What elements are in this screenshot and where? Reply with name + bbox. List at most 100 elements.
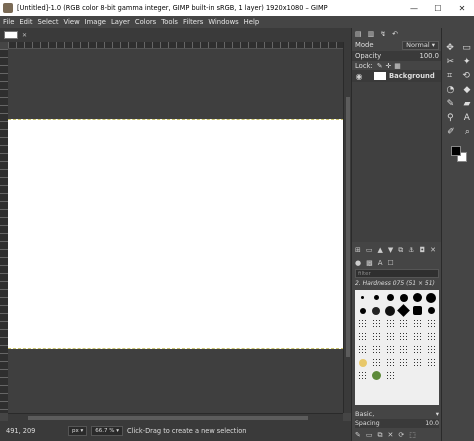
brush-item[interactable] [426, 292, 437, 303]
brush-item[interactable] [399, 358, 409, 367]
image-tab-thumbnail[interactable] [4, 31, 18, 39]
text-tool-icon[interactable]: A [464, 113, 470, 123]
zoom-selector[interactable]: 66.7 % ▾ [91, 426, 123, 436]
layers-list[interactable] [352, 82, 442, 242]
crop-tool-icon[interactable]: ⌗ [447, 71, 452, 81]
unit-selector[interactable]: px ▾ [68, 426, 88, 436]
move-tool-icon[interactable]: ✥ [446, 43, 454, 53]
menu-windows[interactable]: Windows [208, 18, 238, 26]
vertical-ruler[interactable] [0, 49, 8, 413]
brush-item[interactable] [399, 332, 409, 341]
brush-item[interactable] [399, 345, 409, 354]
layers-tab-icon[interactable]: ▤ [355, 30, 362, 38]
brush-item[interactable] [358, 319, 368, 328]
delete-layer-icon[interactable]: ✕ [430, 246, 436, 254]
brush-item[interactable] [371, 371, 381, 380]
brush-item[interactable] [371, 358, 381, 367]
patterns-tab-icon[interactable]: ▩ [366, 259, 373, 267]
paintbrush-tool-icon[interactable]: ✎ [447, 99, 455, 109]
brush-item[interactable] [427, 307, 435, 314]
vertical-scroll-thumb[interactable] [346, 97, 350, 357]
fg-bg-color-swatch[interactable] [451, 146, 467, 162]
close-button[interactable]: ✕ [450, 4, 474, 13]
refresh-brushes-icon[interactable]: ⟳ [398, 431, 404, 439]
menu-help[interactable]: Help [244, 18, 260, 26]
opacity-value[interactable]: 100.0 [420, 52, 439, 60]
menu-image[interactable]: Image [85, 18, 106, 26]
raise-layer-icon[interactable]: ▲ [378, 246, 383, 254]
brush-item[interactable] [372, 306, 381, 315]
brush-item[interactable] [371, 345, 381, 354]
brush-item[interactable] [397, 304, 411, 317]
zoom-tool-icon[interactable]: ⌕ [465, 127, 470, 137]
brush-preset-selector[interactable]: Basic, ▾ [355, 409, 439, 418]
brush-item[interactable] [399, 293, 408, 302]
brush-item[interactable] [412, 306, 422, 315]
paths-tab-icon[interactable]: ↯ [380, 30, 386, 38]
brush-item[interactable] [359, 307, 366, 314]
horizontal-ruler[interactable] [8, 42, 343, 49]
new-layer-group-icon[interactable]: ⊞ [355, 246, 361, 254]
close-image-tab-icon[interactable]: ✕ [22, 32, 27, 39]
edit-brush-icon[interactable]: ✎ [355, 431, 361, 439]
horizontal-scroll-thumb[interactable] [28, 416, 308, 420]
brush-item[interactable] [371, 332, 381, 341]
brush-item[interactable] [385, 305, 396, 316]
brush-item[interactable] [412, 319, 422, 328]
brushes-tab-icon[interactable]: ● [355, 259, 361, 267]
brush-item[interactable] [412, 358, 422, 367]
lock-pixels-icon[interactable]: ✎ [377, 62, 383, 70]
duplicate-brush-icon[interactable]: ⧉ [378, 431, 383, 440]
transform-tool-icon[interactable]: ⟲ [462, 71, 470, 81]
menu-colors[interactable]: Colors [135, 18, 156, 26]
menu-edit[interactable]: Edit [19, 18, 32, 26]
delete-brush-icon[interactable]: ✕ [388, 431, 394, 439]
horizontal-scrollbar[interactable] [8, 413, 343, 421]
brush-grid[interactable] [355, 290, 439, 405]
brush-item[interactable] [385, 332, 395, 341]
channels-tab-icon[interactable]: ▥ [368, 30, 375, 38]
new-brush-icon[interactable]: ▭ [366, 431, 373, 439]
brush-item[interactable] [361, 296, 365, 299]
vertical-scrollbar[interactable] [343, 42, 351, 413]
rect-select-tool-icon[interactable]: ▭ [462, 43, 471, 53]
brush-item[interactable] [412, 293, 422, 302]
warp-tool-icon[interactable]: ◔ [447, 85, 455, 95]
brush-item[interactable] [358, 371, 368, 380]
menu-tools[interactable]: Tools [161, 18, 178, 26]
color-picker-tool-icon[interactable]: ✐ [447, 127, 455, 137]
minimize-button[interactable]: — [402, 4, 426, 13]
brush-item[interactable] [412, 345, 422, 354]
brush-item[interactable] [426, 319, 436, 328]
brush-item[interactable] [358, 345, 368, 354]
mode-dropdown[interactable]: Normal ▾ [402, 40, 439, 50]
brush-filter-input[interactable]: filter [355, 269, 439, 278]
foreground-color[interactable] [451, 146, 461, 156]
opacity-row[interactable]: Opacity 100.0 [352, 51, 442, 61]
brush-item[interactable] [426, 358, 436, 367]
document-history-tab-icon[interactable]: ☐ [388, 259, 394, 267]
menu-layer[interactable]: Layer [111, 18, 130, 26]
canvas-area[interactable] [8, 49, 344, 413]
spacing-row[interactable]: Spacing 10.0 [355, 419, 439, 428]
brush-item[interactable] [426, 332, 436, 341]
brush-item[interactable] [358, 332, 368, 341]
spacing-value[interactable]: 10.0 [425, 420, 439, 427]
brush-item[interactable] [385, 345, 395, 354]
eraser-tool-icon[interactable]: ▰ [463, 99, 470, 109]
brush-item[interactable] [412, 332, 422, 341]
image-canvas[interactable] [8, 119, 344, 349]
menu-filters[interactable]: Filters [183, 18, 203, 26]
brush-item[interactable] [385, 319, 395, 328]
mask-layer-icon[interactable]: ◘ [420, 246, 426, 254]
menu-select[interactable]: Select [38, 18, 59, 26]
open-as-image-icon[interactable]: ⬚ [409, 431, 416, 439]
dropdown-arrow-icon[interactable]: ▾ [436, 410, 439, 418]
fonts-tab-icon[interactable]: A [378, 259, 383, 267]
lower-layer-icon[interactable]: ▼ [388, 246, 393, 254]
brush-item[interactable] [373, 295, 379, 300]
layer-row-background[interactable]: ◉ Background [352, 70, 442, 82]
new-layer-icon[interactable]: ▭ [366, 246, 373, 254]
brush-item[interactable] [358, 358, 367, 367]
undo-tab-icon[interactable]: ↶ [392, 30, 398, 38]
